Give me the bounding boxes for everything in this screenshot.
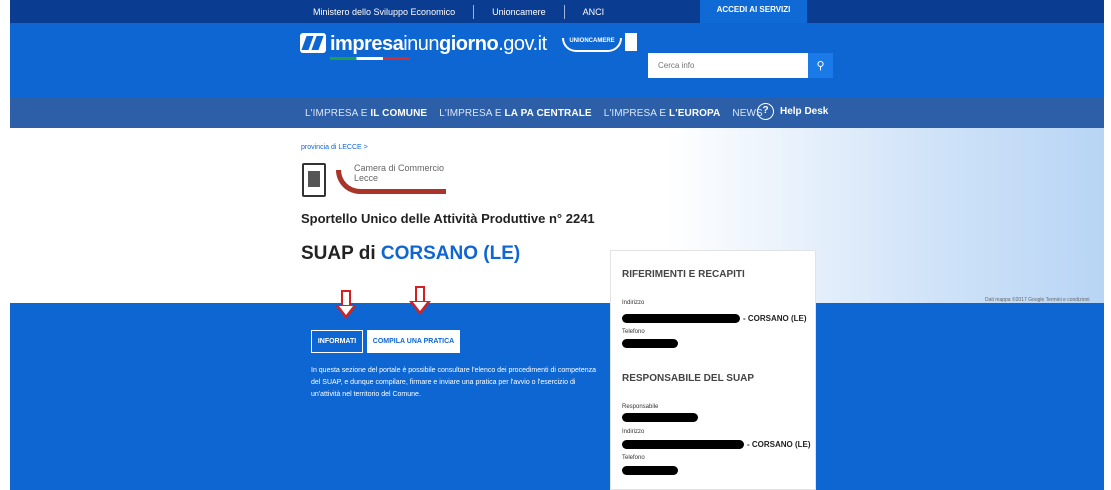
help-desk-link[interactable]: ? Help Desk: [757, 103, 828, 120]
redacted-text: [622, 413, 698, 422]
phone-label: Telefono: [622, 329, 645, 335]
help-icon: ?: [757, 103, 774, 120]
help-desk-label: Help Desk: [780, 106, 829, 117]
tab-informati[interactable]: INFORMATI: [311, 330, 363, 353]
top-bar: Ministero dello Sviluppo Economico Union…: [10, 0, 1104, 23]
address-label: Indirizzo: [622, 300, 645, 306]
search-input[interactable]: [648, 53, 808, 78]
section-title-responsabile: RESPONSABILE DEL SUAP: [622, 373, 755, 384]
phone-label: Telefono: [622, 455, 645, 461]
nav-item-pa-centrale[interactable]: L'IMPRESA E LA PA CENTRALE: [439, 108, 592, 119]
building-icon: [625, 33, 637, 51]
divider: [563, 4, 565, 19]
address-label: Indirizzo: [622, 429, 645, 435]
suap-info-card: RIFERIMENTI E RECAPITI Indirizzo - CORSA…: [610, 250, 816, 490]
redacted-text: [622, 466, 678, 475]
site-logo-text[interactable]: impresainungiorno.gov.it: [330, 33, 547, 56]
nav-item-europa[interactable]: L'IMPRESA E L'EUROPA: [604, 108, 721, 119]
tab-compila-pratica[interactable]: COMPILA UNA PRATICA: [367, 330, 460, 353]
nav-item-comune[interactable]: L'IMPRESA E IL COMUNE: [305, 108, 427, 119]
phone-value: [622, 339, 678, 348]
site-logo-icon[interactable]: [300, 33, 326, 53]
address-value: - CORSANO (LE): [622, 440, 811, 449]
header-band: [10, 23, 1104, 98]
redacted-text: [622, 339, 678, 348]
section-description: In questa sezione del portale è possibil…: [311, 367, 597, 398]
chamber-of-commerce-name: Camera di Commercio Lecce: [354, 163, 445, 183]
top-links: Ministero dello Sviluppo Economico Union…: [313, 0, 604, 23]
address-value: - CORSANO (LE): [622, 314, 807, 323]
link-unioncamere[interactable]: Unioncamere: [492, 7, 546, 17]
accedi-servizi-button[interactable]: ACCEDI AI SERVIZI: [700, 0, 807, 23]
breadcrumb[interactable]: provincia di LECCE >: [301, 144, 368, 151]
responsabile-value: [622, 413, 698, 422]
annotation-arrow-icon: [335, 290, 357, 320]
search-button[interactable]: ⚲: [808, 53, 833, 78]
chamber-emblem-icon: [302, 163, 326, 197]
section-title-riferimenti: RIFERIMENTI E RECAPITI: [622, 269, 745, 280]
responsabile-label: Responsabile: [622, 404, 659, 410]
annotation-arrow-icon: [409, 286, 431, 316]
divider: [473, 4, 475, 19]
redacted-text: [622, 440, 744, 449]
redacted-text: [622, 314, 740, 323]
page-title: SUAP di CORSANO (LE): [301, 243, 521, 264]
sportello-title: Sportello Unico delle Attività Produttiv…: [301, 211, 595, 226]
main-nav: L'IMPRESA E IL COMUNE L'IMPRESA E LA PA …: [305, 98, 775, 128]
unioncamere-logo[interactable]: UNIONCAMERE: [562, 38, 622, 52]
link-anci[interactable]: ANCI: [583, 7, 605, 17]
phone-value: [622, 466, 678, 475]
link-mise[interactable]: Ministero dello Sviluppo Economico: [313, 7, 455, 17]
italian-flag-stripe: [330, 57, 410, 60]
search-icon: ⚲: [816, 60, 825, 72]
